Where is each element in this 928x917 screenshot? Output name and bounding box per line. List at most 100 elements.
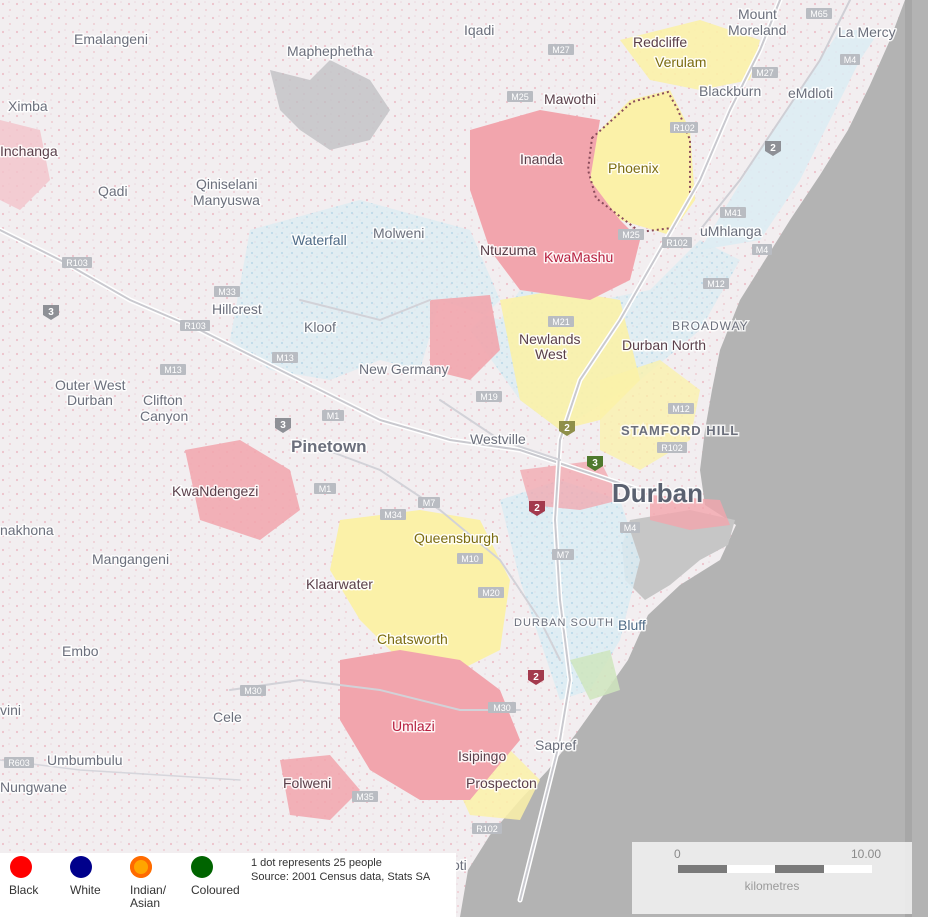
svg-text:M41: M41 (724, 208, 742, 218)
district-broadway: BROADWAY (672, 319, 749, 333)
place-klaarwater: Klaarwater (306, 576, 373, 592)
svg-text:M4: M4 (844, 55, 857, 65)
svg-text:M4: M4 (756, 245, 769, 255)
place-inchanga: Inchanga (0, 143, 58, 159)
place-clifton: Clifton (143, 392, 183, 408)
scale-start-label: 0 (674, 847, 681, 861)
place-hillcrest: Hillcrest (212, 301, 262, 317)
road-shield-m12-north: M12 (703, 278, 729, 289)
scale-bar-segments (678, 865, 872, 873)
place-westville: Westville (470, 431, 526, 447)
place-newlands-west: West (535, 346, 567, 362)
place-emdloti: eMdloti (788, 85, 833, 101)
place-new-germany: New Germany (359, 361, 448, 377)
place-kwamashu: KwaMashu (544, 249, 613, 265)
legend-dot-white (70, 856, 92, 878)
scale-bar: 0 10.00 kilometres (632, 842, 912, 914)
legend-dot-black (10, 856, 32, 878)
road-shield-m41: M41 (720, 207, 746, 218)
place-la-mercy: La Mercy (838, 24, 896, 40)
place-waterfall: Waterfall (292, 232, 347, 248)
place-inanda: Inanda (520, 151, 563, 167)
place-mawothi: Mawothi (544, 91, 596, 107)
place-durban-north: Durban North (622, 337, 706, 353)
legend-label-coloured: Coloured (191, 883, 240, 897)
place-queensburgh: Queensburgh (414, 530, 499, 546)
svg-text:M19: M19 (480, 392, 498, 402)
place-folweni: Folweni (283, 775, 331, 791)
svg-text:M27: M27 (552, 45, 570, 55)
scale-segment-4 (823, 865, 872, 873)
road-shield-m10: M10 (457, 553, 483, 564)
road-shield-m35: M35 (352, 791, 378, 802)
place-umlazi: Umlazi (392, 718, 435, 734)
road-shield-m25-north: M25 (507, 91, 533, 102)
svg-text:M7: M7 (557, 550, 570, 560)
svg-text:R102: R102 (666, 238, 688, 248)
road-shield-m25-south: M25 (618, 229, 644, 240)
road-shield-m13-west: M13 (160, 364, 186, 375)
place-outer-west-durban: Durban (67, 392, 113, 408)
place-moreland: Moreland (728, 22, 786, 38)
svg-text:R102: R102 (661, 443, 683, 453)
road-shield-m19: M19 (476, 391, 502, 402)
svg-text:R103: R103 (184, 321, 206, 331)
map-legend: Black White Indian/ Asian Coloured 1 dot… (0, 853, 456, 917)
svg-text:R103: R103 (66, 258, 88, 268)
legend-item-indian-asian: Indian/ Asian (129, 853, 189, 917)
road-shield-m1-south: M1 (314, 483, 336, 494)
svg-text:M12: M12 (672, 404, 690, 414)
legend-item-black: Black (8, 853, 68, 917)
road-shield-m21: M21 (548, 316, 574, 327)
legend-label-black: Black (9, 883, 39, 897)
road-shield-m30-east: M30 (488, 702, 516, 713)
road-shield-m12-south: M12 (668, 403, 694, 414)
place-phoenix: Phoenix (608, 160, 659, 176)
place-kloof: Kloof (304, 319, 336, 335)
road-shield-r103-west: R103 (62, 257, 92, 268)
place-sapref: Sapref (535, 737, 576, 753)
road-shield-m33: M33 (214, 286, 240, 297)
svg-text:M10: M10 (461, 554, 479, 564)
place-mangangeni: Mangangeni (92, 551, 169, 567)
scale-segment-3 (775, 865, 824, 873)
svg-text:M33: M33 (218, 287, 236, 297)
legend-item-white: White (69, 853, 129, 917)
legend-label-white: White (70, 883, 101, 897)
svg-text:M1: M1 (327, 411, 340, 421)
svg-text:M12: M12 (707, 279, 725, 289)
svg-text:3: 3 (48, 307, 54, 318)
scale-end-label: 10.00 (851, 847, 882, 861)
svg-text:M13: M13 (276, 353, 294, 363)
place-nakhona: nakhona (0, 522, 54, 538)
place-nungwane: Nungwane (0, 779, 67, 795)
place-blackburn: Blackburn (699, 83, 761, 99)
legend-dot-scale-note: 1 dot represents 25 people (251, 857, 382, 869)
svg-text:M21: M21 (552, 317, 570, 327)
dot-density-map[interactable]: Emalangeni Maphephetha Iqadi Mount Morel… (0, 0, 928, 917)
legend-label-indian-asian: Indian/ Asian (130, 883, 167, 910)
place-ximba: Ximba (8, 98, 48, 114)
svg-text:M1: M1 (319, 484, 332, 494)
svg-text:M20: M20 (482, 588, 500, 598)
road-shield-r603: R603 (4, 757, 34, 768)
place-kwandengezi: KwaNdengezi (172, 483, 258, 499)
place-ntuzuma: Ntuzuma (480, 242, 536, 258)
road-shield-m65: M65 (806, 8, 832, 19)
road-shield-m7-west: M7 (418, 497, 440, 508)
svg-text:3: 3 (592, 458, 598, 469)
svg-text:2: 2 (770, 143, 776, 154)
place-qadi: Qadi (98, 183, 128, 199)
svg-text:M35: M35 (356, 792, 374, 802)
road-shield-r102-south: R102 (472, 823, 502, 834)
ocean-edge (905, 0, 912, 917)
road-shield-m13-east: M13 (272, 352, 298, 363)
svg-text:R102: R102 (673, 123, 695, 133)
scale-unit-label: kilometres (744, 879, 800, 893)
road-shield-r103-east: R103 (180, 320, 210, 331)
road-shield-m4-north: M4 (840, 54, 860, 65)
place-bluff: Bluff (618, 617, 646, 633)
svg-text:M30: M30 (244, 686, 262, 696)
place-redcliffe: Redcliffe (633, 34, 687, 50)
place-umhlanga: uMhlanga (700, 223, 762, 239)
